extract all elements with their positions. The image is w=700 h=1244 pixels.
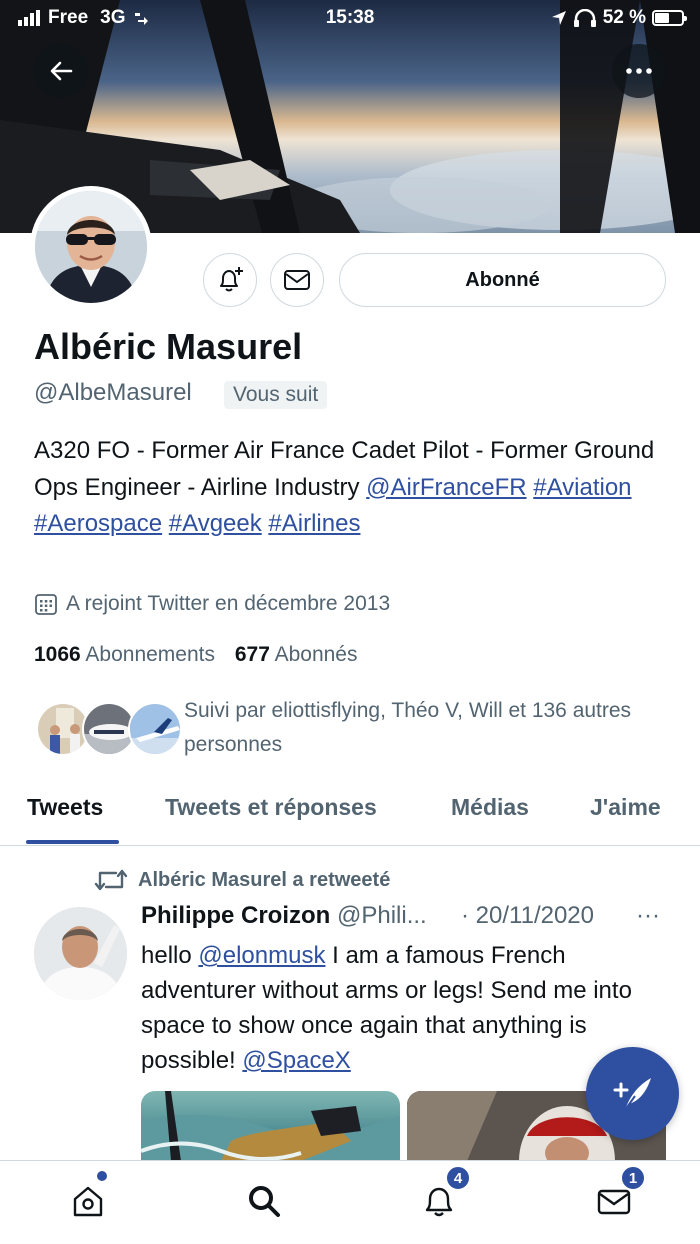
tweet-text-part: hello — [141, 942, 199, 969]
tweet-author-avatar[interactable] — [34, 907, 127, 1000]
avatar-photo — [35, 191, 147, 303]
location-icon — [551, 11, 566, 25]
profile-tabs: Tweets Tweets et réponses Médias J'aime — [0, 790, 700, 846]
home-new-dot — [97, 1171, 107, 1181]
follower-avatar-3 — [130, 704, 180, 754]
nav-search[interactable] — [242, 1179, 286, 1223]
followed-by-text[interactable]: Suivi par eliottisflying, Théo V, Will e… — [184, 694, 654, 762]
tab-tweets[interactable]: Tweets — [27, 794, 103, 821]
retweet-label: Albéric Masurel a retweeté — [138, 868, 391, 891]
profile-name: Albéric Masurel — [34, 326, 303, 367]
bio-link-aerospace[interactable]: #Aerospace — [34, 510, 162, 537]
following-count: 1066 — [34, 643, 81, 666]
calendar-icon — [35, 594, 57, 615]
tweet-date[interactable]: · 20/11/2020 — [461, 902, 594, 930]
mention-spacex[interactable]: @SpaceX — [242, 1047, 350, 1074]
following-label: Abonnements — [85, 643, 215, 666]
compose-icon — [613, 1077, 651, 1111]
back-button[interactable] — [34, 44, 88, 98]
joined-date: A rejoint Twitter en décembre 2013 — [34, 592, 390, 616]
search-icon — [249, 1186, 280, 1217]
tab-likes[interactable]: J'aime — [590, 794, 661, 821]
bell-plus-icon — [220, 267, 243, 292]
bio-link-airlines[interactable]: #Airlines — [268, 510, 360, 537]
direct-message-button[interactable] — [270, 253, 324, 307]
nav-notifications[interactable]: 4 — [417, 1165, 471, 1223]
tweet-text: hello @elonmusk I am a famous French adv… — [141, 938, 661, 1078]
author-photo — [34, 907, 127, 1000]
bio-link-aviation[interactable]: #Aviation — [533, 474, 631, 501]
headphones-icon — [573, 9, 596, 27]
joined-label: A rejoint Twitter en décembre 2013 — [66, 592, 391, 615]
tweet-media-1[interactable] — [141, 1091, 400, 1161]
follow-stats: 1066 Abonnements 677 Abonnés — [34, 643, 357, 667]
following-button[interactable]: Abonné — [339, 253, 666, 307]
profile-bio: A320 FO - Former Air France Cadet Pilot … — [34, 433, 674, 543]
tab-media[interactable]: Médias — [451, 794, 529, 821]
more-icon — [626, 68, 652, 74]
bio-link-airfrance[interactable]: @AirFranceFR — [366, 474, 526, 501]
media-photo-swim — [141, 1091, 400, 1161]
notifications-toggle-button[interactable] — [203, 253, 257, 307]
followers-count: 677 — [234, 643, 270, 666]
tweet-author-handle[interactable]: @Phili... — [337, 902, 427, 929]
follows-you-badge: Vous suit — [224, 381, 328, 409]
mail-icon — [284, 270, 310, 290]
retweet-context[interactable]: Albéric Masurel a retweeté — [94, 867, 390, 893]
active-tab-indicator — [26, 840, 119, 844]
mention-elonmusk[interactable]: @elonmusk — [198, 942, 325, 969]
bio-link-avgeek[interactable]: #Avgeek — [169, 510, 262, 537]
tweet-author-name[interactable]: Philippe Croizon — [141, 902, 330, 929]
compose-tweet-button[interactable] — [586, 1047, 679, 1140]
tweet-more-button[interactable]: ··· — [636, 902, 660, 930]
followers-link[interactable]: 677 Abonnés — [235, 643, 358, 666]
battery-label: 52 % — [602, 7, 646, 28]
nav-messages[interactable]: 1 — [592, 1165, 646, 1223]
home-icon — [73, 1186, 103, 1217]
followers-label: Abonnés — [274, 643, 358, 666]
status-bar: Free 3G 15:38 52 % — [0, 0, 700, 36]
profile-avatar[interactable] — [30, 186, 152, 308]
more-options-button[interactable] — [612, 44, 666, 98]
following-link[interactable]: 1066 Abonnements — [34, 643, 215, 666]
notifications-badge: 4 — [445, 1165, 471, 1191]
profile-handle: @AlbeMasurel — [34, 379, 192, 406]
tab-tweets-replies[interactable]: Tweets et réponses — [165, 794, 377, 821]
back-arrow-icon — [50, 61, 73, 81]
nav-home[interactable] — [66, 1171, 110, 1223]
avatar — [128, 702, 182, 756]
messages-badge: 1 — [620, 1165, 646, 1191]
battery-icon — [652, 10, 687, 26]
retweet-icon — [94, 869, 128, 891]
bottom-nav: 4 1 — [0, 1160, 700, 1244]
